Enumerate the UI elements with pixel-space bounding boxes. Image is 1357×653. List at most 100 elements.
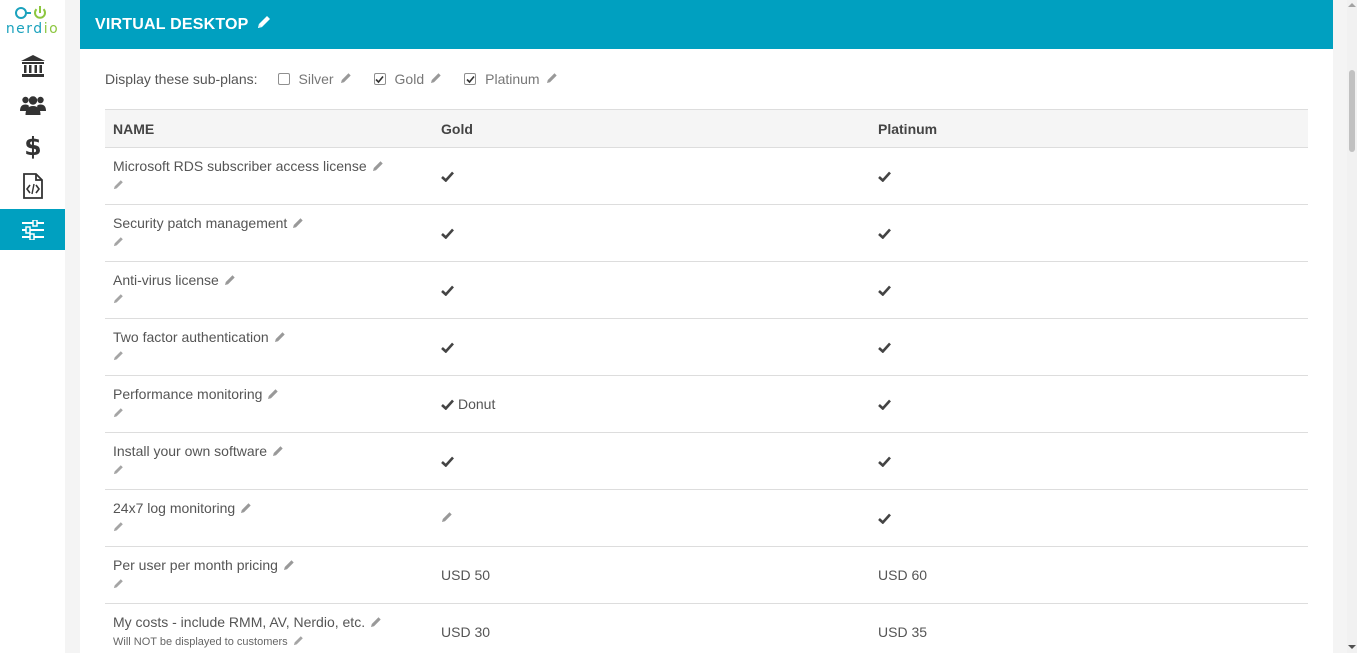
subplan-name: Silver xyxy=(298,71,334,87)
row-name: 24x7 log monitoring xyxy=(113,500,236,516)
edit-pencil-icon[interactable] xyxy=(441,510,453,526)
row-name: Security patch management xyxy=(113,215,288,231)
platinum-cell[interactable] xyxy=(870,432,1308,490)
row-name: Install your own software xyxy=(113,443,268,459)
silver-checkbox[interactable] xyxy=(277,73,290,85)
subplan-label: Display these sub-plans: xyxy=(105,71,258,87)
column-header-platinum: Platinum xyxy=(870,109,1308,148)
edit-pencil-icon[interactable] xyxy=(430,71,442,87)
platinum-cell[interactable] xyxy=(870,375,1308,433)
platinum-cell[interactable] xyxy=(870,318,1308,376)
check-icon xyxy=(878,511,891,527)
edit-pencil-icon[interactable] xyxy=(267,387,279,403)
scrollbar[interactable] xyxy=(1347,0,1357,653)
edit-description-pencil-icon[interactable] xyxy=(113,578,124,593)
check-icon xyxy=(441,169,454,185)
table-header-row: NAME Gold Platinum xyxy=(105,109,1308,148)
platinum-checkbox[interactable] xyxy=(464,73,477,85)
edit-description-pencil-icon[interactable] xyxy=(113,407,124,422)
row-name: My costs - include RMM, AV, Nerdio, etc. xyxy=(113,614,366,630)
edit-title-pencil-icon[interactable] xyxy=(257,15,271,34)
subplan-name: Gold xyxy=(394,71,425,87)
table-row: 24x7 log monitoring xyxy=(105,489,1308,547)
gold-cell[interactable] xyxy=(433,261,870,319)
name-cell: 24x7 log monitoring xyxy=(105,489,433,547)
table-row: Microsoft RDS subscriber access license xyxy=(105,147,1308,205)
check-icon xyxy=(878,454,891,470)
svg-text:$: $ xyxy=(25,132,41,160)
check-icon xyxy=(878,397,891,413)
edit-pencil-icon[interactable] xyxy=(272,444,284,460)
platinum-cell[interactable] xyxy=(870,204,1308,262)
edit-description-pencil-icon[interactable] xyxy=(113,464,124,479)
gold-cell[interactable]: USD 50 xyxy=(433,546,870,604)
table-row: Per user per month pricing USD 50 USD 60 xyxy=(105,546,1308,604)
name-cell: Security patch management xyxy=(105,204,433,262)
name-cell: Per user per month pricing xyxy=(105,546,433,604)
column-header-gold: Gold xyxy=(433,109,870,148)
gold-cell[interactable] xyxy=(433,318,870,376)
edit-pencil-icon[interactable] xyxy=(224,273,236,289)
edit-pencil-icon[interactable] xyxy=(240,501,252,517)
name-cell: Install your own software xyxy=(105,432,433,490)
edit-description-pencil-icon[interactable] xyxy=(113,293,124,308)
table-row: Two factor authentication xyxy=(105,318,1308,376)
edit-pencil-icon[interactable] xyxy=(340,71,352,87)
edit-pencil-icon[interactable] xyxy=(292,216,304,232)
platinum-cell[interactable]: USD 35 xyxy=(870,603,1308,653)
cell-text: Donut xyxy=(458,395,496,412)
subplan-option-silver[interactable]: Silver xyxy=(277,71,352,87)
table-row: My costs - include RMM, AV, Nerdio, etc.… xyxy=(105,603,1308,653)
check-icon xyxy=(878,169,891,185)
gold-cell[interactable] xyxy=(433,147,870,205)
sidebar: nerdio $ xyxy=(0,0,65,653)
gold-cell[interactable] xyxy=(433,489,870,547)
edit-pencil-icon[interactable] xyxy=(283,558,295,574)
edit-description-pencil-icon[interactable] xyxy=(293,635,304,650)
subplan-option-gold[interactable]: Gold xyxy=(373,71,443,87)
edit-pencil-icon[interactable] xyxy=(372,159,384,175)
cell-value: USD 60 xyxy=(878,567,928,583)
name-cell: Anti-virus license xyxy=(105,261,433,319)
edit-description-pencil-icon[interactable] xyxy=(113,521,124,536)
code-file-icon xyxy=(22,173,43,199)
check-icon xyxy=(441,226,454,242)
row-name: Per user per month pricing xyxy=(113,557,278,573)
check-icon xyxy=(878,283,891,299)
sliders-icon xyxy=(21,219,44,240)
edit-pencil-icon[interactable] xyxy=(274,330,286,346)
scrollbar-thumb[interactable] xyxy=(1349,70,1355,152)
edit-description-pencil-icon[interactable] xyxy=(113,179,124,194)
nerdio-logo[interactable]: nerdio xyxy=(0,2,65,40)
gold-cell[interactable]: Donut xyxy=(433,375,870,433)
cell-value: USD 50 xyxy=(441,567,491,583)
check-icon xyxy=(441,454,454,470)
row-name: Two factor authentication xyxy=(113,329,269,345)
check-icon xyxy=(441,340,454,356)
platinum-cell[interactable] xyxy=(870,147,1308,205)
gold-cell[interactable]: USD 30 xyxy=(433,603,870,653)
edit-pencil-icon[interactable] xyxy=(370,615,382,631)
row-note: Will NOT be displayed to customers xyxy=(113,636,288,648)
edit-description-pencil-icon[interactable] xyxy=(113,236,124,251)
scroll-up-arrow[interactable] xyxy=(1348,3,1356,7)
scroll-down-arrow[interactable] xyxy=(1348,645,1356,649)
name-cell: Performance monitoring xyxy=(105,375,433,433)
sidebar-item-settings[interactable] xyxy=(0,209,65,250)
check-icon xyxy=(441,397,454,413)
platinum-cell[interactable] xyxy=(870,261,1308,319)
sidebar-item-billing[interactable]: $ xyxy=(0,127,65,165)
gold-cell[interactable] xyxy=(433,432,870,490)
gold-checkbox[interactable] xyxy=(373,73,386,85)
edit-pencil-icon[interactable] xyxy=(546,71,558,87)
sidebar-item-users[interactable] xyxy=(0,86,65,124)
edit-description-pencil-icon[interactable] xyxy=(113,350,124,365)
subplan-name: Platinum xyxy=(485,71,540,87)
gold-cell[interactable] xyxy=(433,204,870,262)
sidebar-item-bank[interactable] xyxy=(0,47,65,85)
platinum-cell[interactable] xyxy=(870,489,1308,547)
subplan-option-platinum[interactable]: Platinum xyxy=(464,71,557,87)
platinum-cell[interactable]: USD 60 xyxy=(870,546,1308,604)
subplan-selector: Display these sub-plans: Silver Gold Pla… xyxy=(105,69,580,89)
sidebar-item-code[interactable] xyxy=(0,167,65,205)
